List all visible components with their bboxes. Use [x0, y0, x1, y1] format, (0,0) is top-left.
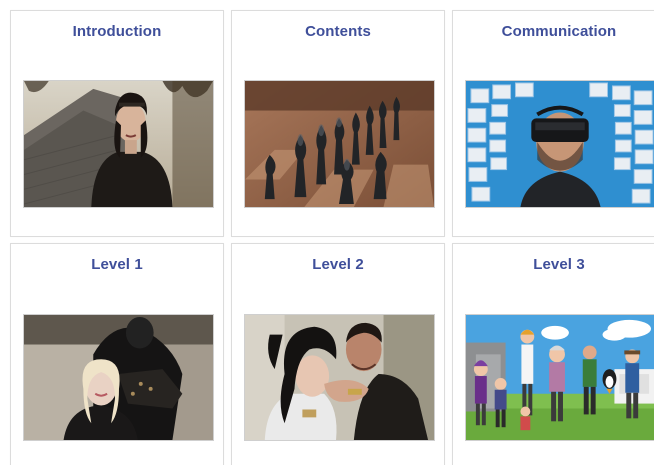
card-level-2[interactable]: Level 2: [231, 243, 445, 465]
card-level-3[interactable]: Level 3: [452, 243, 654, 465]
card-introduction[interactable]: Introduction: [10, 10, 224, 237]
card-title-level-2[interactable]: Level 2: [232, 256, 444, 273]
card-title-level-1[interactable]: Level 1: [11, 256, 223, 273]
card-title-introduction[interactable]: Introduction: [11, 23, 223, 40]
card-level-1[interactable]: Level 1: [10, 243, 224, 465]
card-communication[interactable]: Communication: [452, 10, 654, 237]
card-title-communication[interactable]: Communication: [453, 23, 654, 40]
card-title-level-3[interactable]: Level 3: [453, 256, 654, 273]
avatar-couple-embrace-image[interactable]: [23, 314, 214, 441]
avatar-couple-closeup-image[interactable]: [244, 314, 435, 441]
avatar-woman-rooftop-image[interactable]: [23, 80, 214, 208]
chess-pieces-image[interactable]: [244, 80, 435, 208]
card-contents[interactable]: Contents: [231, 10, 445, 237]
vr-headset-faces-image[interactable]: [465, 80, 654, 208]
cartoon-people-group-image[interactable]: [465, 314, 654, 441]
card-title-contents[interactable]: Contents: [232, 23, 444, 40]
course-grid-page: Introduction Contents Communication Leve…: [0, 0, 654, 465]
